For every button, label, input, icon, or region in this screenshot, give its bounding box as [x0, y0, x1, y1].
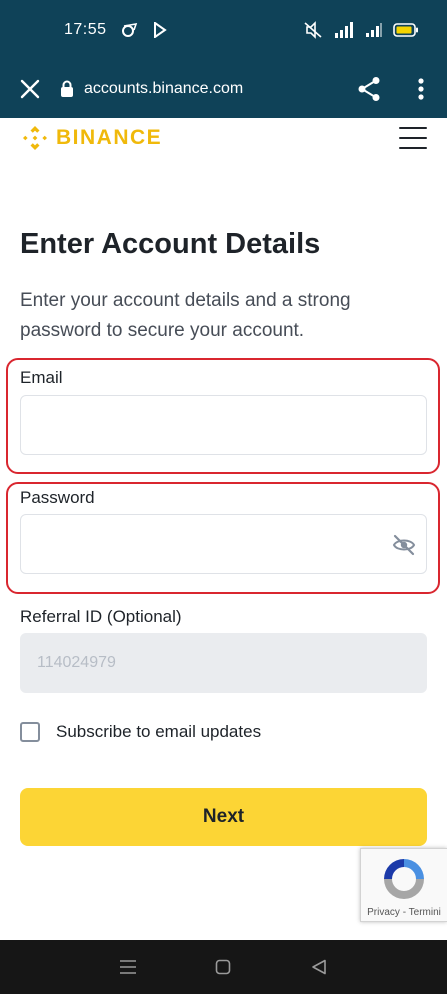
- brand-name: BINANCE: [56, 126, 163, 149]
- lock-icon: [61, 80, 73, 97]
- binance-logo[interactable]: BINANCE: [20, 123, 162, 153]
- share-button[interactable]: [343, 60, 395, 118]
- mute-icon: [303, 21, 323, 39]
- email-field[interactable]: [20, 395, 427, 455]
- status-left: 17:55: [64, 21, 167, 39]
- nav-home-button[interactable]: [203, 947, 243, 987]
- more-options-button[interactable]: [395, 60, 447, 118]
- eye-off-icon[interactable]: [392, 534, 416, 561]
- menu-line: [399, 127, 427, 129]
- home-square-icon: [216, 959, 231, 975]
- page-title: Enter Account Details: [20, 228, 321, 260]
- menu-icon: [119, 960, 136, 974]
- recaptcha-links[interactable]: Privacy - Termini: [367, 907, 441, 918]
- browser-actions: [343, 60, 447, 118]
- subscribe-row[interactable]: Subscribe to email updates: [20, 722, 261, 742]
- next-button[interactable]: Next: [20, 788, 427, 846]
- close-icon: [20, 79, 40, 99]
- site-header: BINANCE: [0, 118, 447, 158]
- referral-id-field[interactable]: 114024979: [20, 633, 427, 693]
- hamburger-menu-icon[interactable]: [399, 127, 427, 149]
- page-subtitle: Enter your account details and a strong …: [20, 290, 351, 341]
- battery-icon: [393, 23, 419, 37]
- signal-4g-icon: [333, 21, 355, 39]
- browser-toolbar: accounts.binance.com: [0, 60, 447, 118]
- play-store-icon: [153, 22, 167, 38]
- back-triangle-icon: [312, 959, 326, 975]
- password-label: Password: [20, 488, 95, 507]
- share-icon: [358, 77, 380, 101]
- android-nav-bar: [0, 940, 447, 994]
- binance-logo-icon: [23, 126, 47, 150]
- close-button[interactable]: [0, 60, 60, 118]
- nav-back-button[interactable]: [299, 947, 339, 987]
- url-text: accounts.binance.com: [84, 80, 244, 97]
- menu-line: [399, 137, 427, 139]
- url-bar[interactable]: accounts.binance.com: [60, 80, 343, 98]
- signal-icon: [365, 22, 383, 38]
- referral-label: Referral ID (Optional): [20, 607, 182, 626]
- nav-menu-button[interactable]: [108, 947, 148, 987]
- menu-line: [399, 147, 427, 149]
- more-vertical-icon: [418, 78, 424, 100]
- network-data-icon: [121, 22, 139, 38]
- recaptcha-logo-icon: [384, 859, 424, 899]
- recaptcha-badge[interactable]: Privacy - Termini: [360, 848, 447, 922]
- subscribe-label: Subscribe to email updates: [56, 722, 262, 741]
- password-field[interactable]: [20, 514, 427, 574]
- status-right: [303, 21, 419, 39]
- status-time: 17:55: [64, 21, 107, 38]
- subscribe-checkbox[interactable]: [20, 722, 40, 742]
- status-bar: 17:55: [0, 0, 447, 60]
- email-label: Email: [20, 368, 63, 387]
